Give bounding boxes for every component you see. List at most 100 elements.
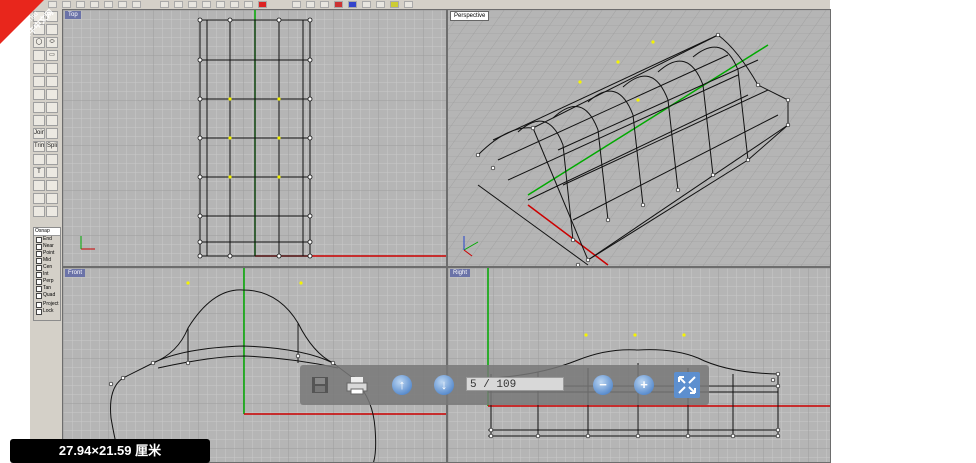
zoom-out-icon: − [593,375,613,395]
osnap-label: Mid [43,257,52,263]
perspective-viewport[interactable]: Perspective [447,9,831,267]
print-icon [346,377,368,395]
page-number-field[interactable]: 5 / 109 [466,377,564,391]
viewport-label-perspective[interactable]: Perspective [450,11,490,21]
fit-screen-icon [678,376,696,394]
toolbar-button[interactable] [76,1,85,8]
zoom-in-icon: + [634,375,654,395]
osnap-perp[interactable]: Perp [34,278,60,285]
rotate-tool[interactable] [33,154,45,165]
save-icon [312,377,328,393]
osnap-mid[interactable]: Mid [34,257,60,264]
layer-tool[interactable] [46,206,58,217]
osnap-label: Near [43,243,54,249]
toolbar-button[interactable] [348,1,357,8]
sphere-tool[interactable] [46,102,58,113]
osnap-int[interactable]: Int [34,271,60,278]
osnap-point[interactable]: Point [34,250,60,257]
mesh-tool[interactable] [33,115,45,126]
osnap-title: Osnap [34,228,60,236]
fit-screen-button[interactable] [674,372,700,398]
checkbox[interactable] [36,293,42,299]
osnap-near[interactable]: Near [34,243,60,250]
surface-tool[interactable] [46,76,58,87]
box-tool[interactable] [33,102,45,113]
array-tool[interactable] [33,193,45,204]
osnap-label: Cen [43,264,53,270]
osnap-tan[interactable]: Tan [34,285,60,292]
toolbar-button[interactable] [104,1,113,8]
toolbar-button[interactable] [362,1,371,8]
loft-tool[interactable] [33,89,45,100]
split-tool[interactable]: Split [46,141,58,152]
polygon-tool[interactable] [33,63,45,74]
viewer-controls-overlay: ↑ ↓ 5 / 109 − + [300,365,709,405]
scale-tool[interactable] [46,154,58,165]
top-viewport[interactable]: Top [62,9,447,267]
osnap-lock[interactable]: Lock [34,308,60,315]
copy-tool[interactable] [46,180,58,191]
toolbar-button[interactable] [174,1,183,8]
mirror-tool[interactable] [46,193,58,204]
osnap-quad[interactable]: Quad [34,292,60,299]
toolbar-button[interactable] [90,1,99,8]
osnap-label: Perp [43,278,54,284]
viewport-label-right[interactable]: Right [450,269,471,277]
zoom-in-button[interactable]: + [632,373,656,397]
osnap-cen[interactable]: Cen [34,264,60,271]
toolbar-button[interactable] [306,1,315,8]
sweep-tool[interactable] [46,89,58,100]
osnap-label: Int [43,271,49,277]
join-tool[interactable]: Join [33,128,45,139]
toolbar-button[interactable] [404,1,413,8]
previous-page-button[interactable]: ↑ [390,373,414,397]
arrow-up-icon: ↑ [392,375,412,395]
page-size-label: 27.94×21.59 厘米 [10,439,210,463]
zoom-out-button[interactable]: − [591,373,615,397]
render-tool[interactable] [46,115,58,126]
osnap-panel: Osnap End Near Point Mid Cen Int Perp Ta… [33,227,61,321]
print-button[interactable] [345,373,369,397]
save-button[interactable] [308,373,332,397]
dimension-tool[interactable] [46,167,58,178]
toolbar-button[interactable] [390,1,399,8]
toolbar-button[interactable] [132,1,141,8]
osnap-label: Quad [43,292,56,298]
toolbar-button[interactable] [188,1,197,8]
toolbar-button[interactable] [258,1,267,8]
top-viewport-canvas [63,10,446,266]
text-tool[interactable]: T [33,167,45,178]
osnap-label: Project [43,301,59,307]
osnap-label: End [43,236,52,242]
offset-tool[interactable] [33,76,45,87]
osnap-project[interactable]: Project [34,301,60,308]
site-logo-badge: xuexiniu 学犀牛中文网 [0,0,55,48]
osnap-label: Lock [43,308,54,314]
trim-tool[interactable]: Trim [33,141,45,152]
toolbar-button[interactable] [320,1,329,8]
toolbar-button[interactable] [244,1,253,8]
toolbar-button[interactable] [202,1,211,8]
checkbox[interactable] [36,309,42,315]
toolbar-button[interactable] [160,1,169,8]
toolbar-button[interactable] [376,1,385,8]
perspective-viewport-canvas [448,10,830,266]
arrow-down-icon: ↓ [434,375,454,395]
toolbar-button[interactable] [62,1,71,8]
toolbar-button[interactable] [292,1,301,8]
toolbar-button[interactable] [334,1,343,8]
osnap-end[interactable]: End [34,236,60,243]
toolbar-button[interactable] [118,1,127,8]
next-page-button[interactable]: ↓ [432,373,456,397]
right-margin [831,0,976,463]
move-tool[interactable] [33,180,45,191]
fillet-tool[interactable] [46,63,58,74]
grid-tool[interactable] [33,206,45,217]
explode-tool[interactable] [46,128,58,139]
toolbar-button[interactable] [230,1,239,8]
toolbar-button[interactable] [216,1,225,8]
osnap-label: Tan [43,285,52,291]
viewport-label-top[interactable]: Top [65,11,81,19]
osnap-label: Point [43,250,55,256]
viewport-label-front[interactable]: Front [65,269,86,277]
